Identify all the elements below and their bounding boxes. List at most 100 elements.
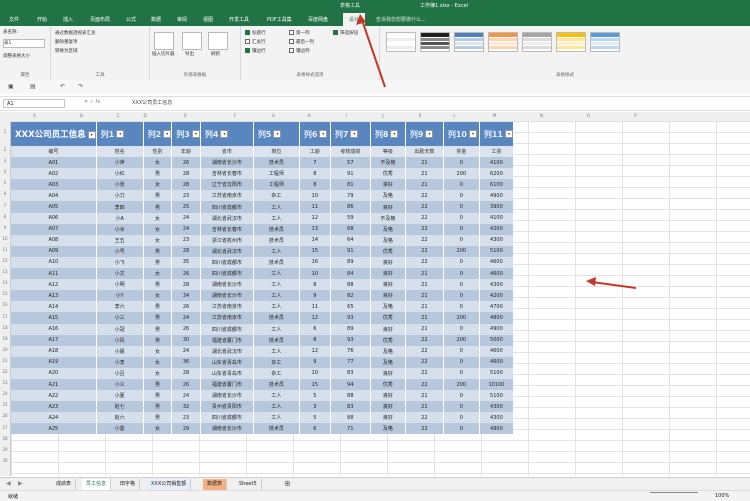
table-cell[interactable]: 0	[443, 234, 480, 246]
sheet-tab[interactable]: 成绩表	[52, 479, 77, 490]
table-cell[interactable]: 0	[443, 223, 480, 235]
table-cell[interactable]: 71	[330, 423, 371, 435]
table-cell[interactable]: 22	[405, 356, 444, 368]
table-cell[interactable]: 64	[330, 234, 371, 246]
table-cell[interactable]: 男	[143, 390, 173, 402]
table-cell[interactable]: 及格	[370, 345, 406, 357]
table-cell[interactable]: 赵六	[96, 412, 144, 424]
table-cell[interactable]: 湖北省武汉市	[200, 212, 254, 224]
table-cell[interactable]: 22	[405, 334, 444, 346]
table-cell[interactable]: 93	[330, 334, 371, 346]
table-cell[interactable]: A23	[11, 401, 97, 413]
table-cell[interactable]: 工人	[253, 212, 300, 224]
row-header[interactable]: 25	[0, 402, 10, 407]
row-header[interactable]: 23	[0, 380, 10, 385]
column-header[interactable]: A	[11, 113, 58, 118]
table-cell[interactable]: 0	[443, 401, 480, 413]
table-cell[interactable]: 200	[443, 378, 480, 391]
table-cell[interactable]: 83	[330, 401, 371, 413]
column-header[interactable]: L	[438, 113, 471, 118]
column-header[interactable]: J	[364, 113, 402, 118]
table-cell[interactable]: 4300	[479, 401, 514, 413]
table-cell[interactable]: 小文	[96, 268, 144, 280]
table-cell[interactable]: 男	[143, 190, 173, 202]
table-cell[interactable]: 四川省成都市	[200, 323, 254, 335]
table-cell[interactable]: 0	[443, 157, 480, 169]
table-title-cell[interactable]: XXX公司员工信息 ▾	[11, 122, 97, 146]
table-cell[interactable]: A10	[11, 256, 97, 269]
table-cell[interactable]: 4300	[479, 234, 514, 246]
row-header[interactable]: 1	[0, 129, 10, 134]
table-cell[interactable]: 79	[330, 190, 371, 202]
table-cell[interactable]: 4600	[479, 345, 514, 357]
table-cell[interactable]: 23	[171, 190, 201, 202]
row-header[interactable]: 8	[0, 214, 10, 219]
table-cell[interactable]: 0	[443, 412, 480, 424]
table-cell[interactable]: 良好	[370, 179, 406, 191]
table-cell[interactable]: 男	[143, 245, 173, 257]
table-cell[interactable]: 女	[143, 268, 173, 280]
table-cell[interactable]: A04	[11, 190, 97, 202]
table-cell[interactable]: 0	[443, 201, 480, 213]
field-header-cell[interactable]: 省市	[200, 146, 254, 158]
row-header[interactable]: 20	[0, 347, 10, 352]
table-cell[interactable]: 65	[330, 301, 371, 313]
table-cell[interactable]: 28	[171, 168, 201, 180]
table-cell[interactable]: 4900	[479, 190, 514, 202]
table-cell[interactable]: 24	[171, 312, 201, 324]
table-cell[interactable]: 小晨	[96, 345, 144, 357]
table-cell[interactable]: 0	[443, 256, 480, 269]
table-cell[interactable]: 12	[299, 345, 331, 357]
table-cell[interactable]: 68	[330, 223, 371, 235]
table-cell[interactable]: 21	[405, 401, 444, 413]
table-cell[interactable]: 男	[143, 168, 173, 180]
column-header[interactable]: I	[329, 113, 364, 118]
table-cell[interactable]: 26	[171, 378, 201, 391]
table-cell[interactable]: A16	[11, 323, 97, 335]
sheet-prev-icon[interactable]: ◀	[6, 480, 11, 487]
table-cell[interactable]: A18	[11, 345, 97, 357]
column-header[interactable]: E	[159, 113, 212, 118]
table-cell[interactable]: A03	[11, 179, 97, 191]
table-cell[interactable]: 小冰	[96, 223, 144, 235]
convert-range-button[interactable]: 转换为区域	[55, 48, 78, 54]
table-column-header[interactable]: 列6 ▾	[299, 122, 331, 146]
table-cell[interactable]: 4800	[479, 312, 514, 324]
table-cell[interactable]: 男	[143, 301, 173, 313]
export-icon[interactable]	[182, 32, 202, 50]
table-column-header[interactable]: 列8 ▾	[370, 122, 406, 146]
filter-dropdown-icon[interactable]: ▾	[350, 130, 359, 138]
row-header[interactable]: 13	[0, 269, 10, 274]
table-cell[interactable]: 24	[171, 212, 201, 224]
table-cell[interactable]: 四川省成都市	[200, 256, 254, 269]
table-cell[interactable]: 23	[171, 412, 201, 424]
tab-data[interactable]: 数据	[151, 16, 161, 23]
insert-slicer-button[interactable]: 插入切片器	[152, 51, 175, 57]
table-cell[interactable]: 16	[299, 256, 331, 269]
table-cell[interactable]: 四川省成都市	[200, 412, 254, 424]
table-cell[interactable]: 小冠	[96, 323, 144, 335]
table-cell[interactable]: 35	[171, 256, 201, 269]
table-cell[interactable]: 5100	[479, 367, 514, 379]
style-swatch-gray[interactable]	[522, 32, 552, 52]
table-cell[interactable]: 女	[143, 223, 173, 235]
sheet-tab[interactable]: 田字格	[116, 479, 141, 490]
table-cell[interactable]: 22	[405, 234, 444, 246]
row-header[interactable]: 22	[0, 369, 10, 374]
table-cell[interactable]: 四川省成都市	[200, 268, 254, 280]
column-header[interactable]: P	[612, 113, 659, 118]
row-header[interactable]: 9	[0, 225, 10, 230]
table-cell[interactable]: 21	[405, 268, 444, 280]
table-cell[interactable]: 21	[405, 279, 444, 291]
column-header[interactable]: C	[105, 113, 131, 118]
tab-baidu-netdisk[interactable]: 百度网盘	[308, 16, 328, 23]
table-cell[interactable]: 6100	[479, 179, 514, 191]
table-cell[interactable]: 李六	[96, 301, 144, 313]
table-cell[interactable]: 9	[299, 290, 331, 302]
table-cell[interactable]: 工人	[253, 390, 300, 402]
row-header[interactable]: 15	[0, 291, 10, 296]
table-cell[interactable]: 不及格	[370, 212, 406, 224]
fx-icon[interactable]: ✕ ✓ fx	[84, 99, 100, 105]
filter-dropdown-icon[interactable]: ▾	[468, 130, 477, 138]
table-cell[interactable]: 4300	[479, 279, 514, 291]
